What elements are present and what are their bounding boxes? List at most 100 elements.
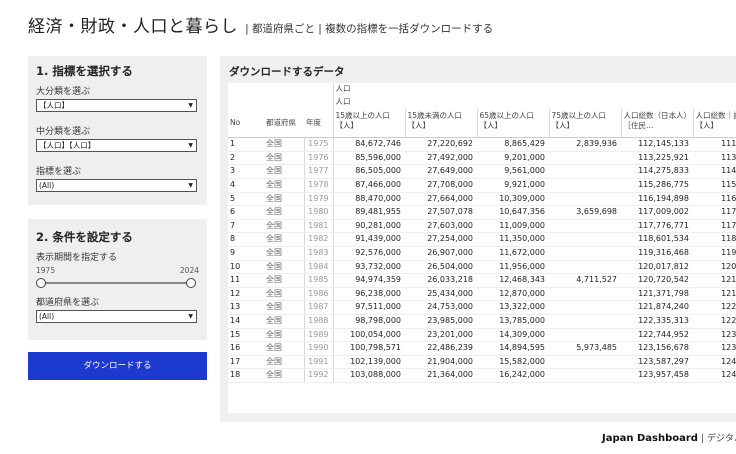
table-cell: 86,505,000 bbox=[333, 164, 405, 179]
table-cell: 4,711,527 bbox=[549, 273, 621, 288]
table-cell: 全国 bbox=[264, 246, 305, 261]
table-cell: 10 bbox=[228, 260, 264, 275]
table-cell: 1989 bbox=[304, 328, 334, 343]
table-cell: 15 bbox=[228, 328, 264, 343]
table-cell: 13,322,000 bbox=[477, 300, 549, 315]
middle-category-label: 中分類を選ぶ bbox=[36, 127, 91, 137]
table-cell: 16 bbox=[228, 341, 264, 356]
col-header-2: 15歳未満の人口【人】 bbox=[404, 108, 477, 139]
table-cell: 1976 bbox=[304, 151, 334, 166]
chevron-down-icon: ▼ bbox=[188, 313, 193, 320]
table-cell: 23,985,000 bbox=[405, 314, 477, 329]
table-cell: 122,7 bbox=[693, 314, 736, 329]
col-header-1: 15歳以上の人口【人】 bbox=[332, 108, 405, 139]
table-cell: 18 bbox=[228, 368, 264, 383]
data-preview-title: ダウンロードするデータ bbox=[229, 66, 345, 78]
data-table-container[interactable]: 人口 人口 No 都道府県 年度 15歳以上の人口【人】 15歳未満の人口【人】 6… bbox=[228, 83, 736, 413]
table-cell: 24,753,000 bbox=[405, 300, 477, 315]
table-cell: 9,921,000 bbox=[477, 178, 549, 193]
table-cell: 117,9 bbox=[693, 219, 736, 234]
table-cell: 全国 bbox=[264, 260, 305, 275]
download-button[interactable]: ダウンロードする bbox=[28, 352, 207, 380]
table-cell: 26,504,000 bbox=[405, 260, 477, 275]
slider-track bbox=[40, 282, 193, 284]
table-cell: 26,907,000 bbox=[405, 246, 477, 261]
table-cell: 1975 bbox=[304, 137, 334, 152]
col-header-no: No bbox=[228, 108, 264, 139]
table-cell: 9,201,000 bbox=[477, 151, 549, 166]
table-cell: 17 bbox=[228, 355, 264, 370]
table-cell: 全国 bbox=[264, 151, 305, 166]
col-header-prefecture: 都道府県 bbox=[264, 108, 304, 139]
col-header-6: 人口総数｜計【人】 bbox=[692, 108, 736, 139]
table-row: 13 全国 1987 97,511,000 24,753,000 13,322,000 12… bbox=[228, 300, 736, 315]
table-cell: 21,364,000 bbox=[405, 368, 477, 383]
slider-start-handle[interactable] bbox=[36, 278, 46, 288]
table-cell: 全国 bbox=[264, 178, 305, 193]
table-row: 4 全国 1978 87,466,000 27,708,000 9,921,000 115,… bbox=[228, 178, 736, 193]
table-cell: 118,7 bbox=[693, 232, 736, 247]
major-category-label: 大分類を選ぶ bbox=[36, 87, 91, 97]
table-cell: 89,481,955 bbox=[333, 205, 405, 220]
table-row: 14 全国 1988 98,798,000 23,985,000 13,785,000 12… bbox=[228, 314, 736, 329]
table-cell: 94,974,359 bbox=[333, 273, 405, 288]
table-row: 1 全国 1975 84,672,746 27,220,692 8,865,429 2,83… bbox=[228, 137, 736, 152]
slider-end-handle[interactable] bbox=[186, 278, 196, 288]
table-cell: 全国 bbox=[264, 328, 305, 343]
table-cell: 15,582,000 bbox=[477, 355, 549, 370]
table-cell: 全国 bbox=[264, 287, 305, 302]
header-row-2: 人口 bbox=[228, 95, 736, 109]
table-cell: 全国 bbox=[264, 219, 305, 234]
table-cell: 119,5 bbox=[693, 246, 736, 261]
prefecture-select[interactable]: (All) ▼ bbox=[36, 310, 197, 323]
table-row: 8 全国 1982 91,439,000 27,254,000 11,350,000 118… bbox=[228, 232, 736, 247]
period-slider[interactable] bbox=[36, 277, 196, 289]
table-cell: 14,309,000 bbox=[477, 328, 549, 343]
table-cell: 2,839,936 bbox=[549, 137, 621, 152]
table-cell: 1978 bbox=[304, 178, 334, 193]
table-cell: 121,0 bbox=[693, 273, 736, 288]
period-label: 表示期間を指定する bbox=[36, 253, 118, 263]
indicator-select[interactable]: (All) ▼ bbox=[36, 179, 197, 192]
table-cell bbox=[549, 260, 621, 275]
table-row: 7 全国 1981 90,281,000 27,603,000 11,009,000 117… bbox=[228, 219, 736, 234]
table-cell: 123,957,458 bbox=[621, 368, 693, 383]
table-row: 16 全国 1990 100,798,571 22,486,239 14,894,595 5… bbox=[228, 341, 736, 356]
table-cell: 11 bbox=[228, 273, 264, 288]
middle-category-select[interactable]: 【人口】【人口】 ▼ bbox=[36, 139, 197, 152]
condition-panel: 2. 条件を設定する 表示期間を指定する 1975 2024 都道府県を選ぶ (… bbox=[28, 219, 207, 340]
table-cell: 1 bbox=[228, 137, 264, 152]
table-cell bbox=[549, 287, 621, 302]
year-start: 1975 bbox=[36, 266, 56, 275]
table-cell: 120,720,542 bbox=[621, 273, 693, 288]
table-cell: 27,649,000 bbox=[405, 164, 477, 179]
table-cell bbox=[549, 314, 621, 329]
table-cell: 121,371,798 bbox=[621, 287, 693, 302]
table-cell: 8,865,429 bbox=[477, 137, 549, 152]
header-group-1: 人口 bbox=[332, 83, 736, 96]
table-cell: 97,511,000 bbox=[333, 300, 405, 315]
table-cell: 116,194,898 bbox=[621, 192, 693, 207]
table-cell bbox=[549, 300, 621, 315]
data-preview-panel: ダウンロードするデータ 人口 人口 No 都道府県 年度 15歳以上の人口【人】… bbox=[220, 56, 736, 422]
col-header-4: 75歳以上の人口【人】 bbox=[548, 108, 621, 139]
table-cell: 120,017,812 bbox=[621, 260, 693, 275]
table-cell: 119,316,468 bbox=[621, 246, 693, 261]
header-row-1: 人口 bbox=[228, 83, 736, 96]
table-cell: 21,904,000 bbox=[405, 355, 477, 370]
table-cell: 123,156,678 bbox=[621, 341, 693, 356]
table-cell: 114,275,833 bbox=[621, 164, 693, 179]
col-header-year: 年度 bbox=[304, 108, 333, 139]
table-row: 18 全国 1992 103,088,000 21,364,000 16,242,000 1… bbox=[228, 368, 736, 383]
table-cell bbox=[549, 232, 621, 247]
table-cell: 114,1 bbox=[693, 164, 736, 179]
table-cell: 全国 bbox=[264, 205, 305, 220]
table-cell: 120,3 bbox=[693, 260, 736, 275]
table-cell: 11,956,000 bbox=[477, 260, 549, 275]
major-category-select[interactable]: 【人口】 ▼ bbox=[36, 99, 197, 112]
table-cell: 1984 bbox=[304, 260, 334, 275]
table-cell: 91,439,000 bbox=[333, 232, 405, 247]
table-cell: 100,054,000 bbox=[333, 328, 405, 343]
table-cell: 118,601,534 bbox=[621, 232, 693, 247]
page-header: 経済・財政・人口と暮らし | 都道府県ごと | 複数の指標を一括ダウンロードする bbox=[28, 12, 493, 37]
